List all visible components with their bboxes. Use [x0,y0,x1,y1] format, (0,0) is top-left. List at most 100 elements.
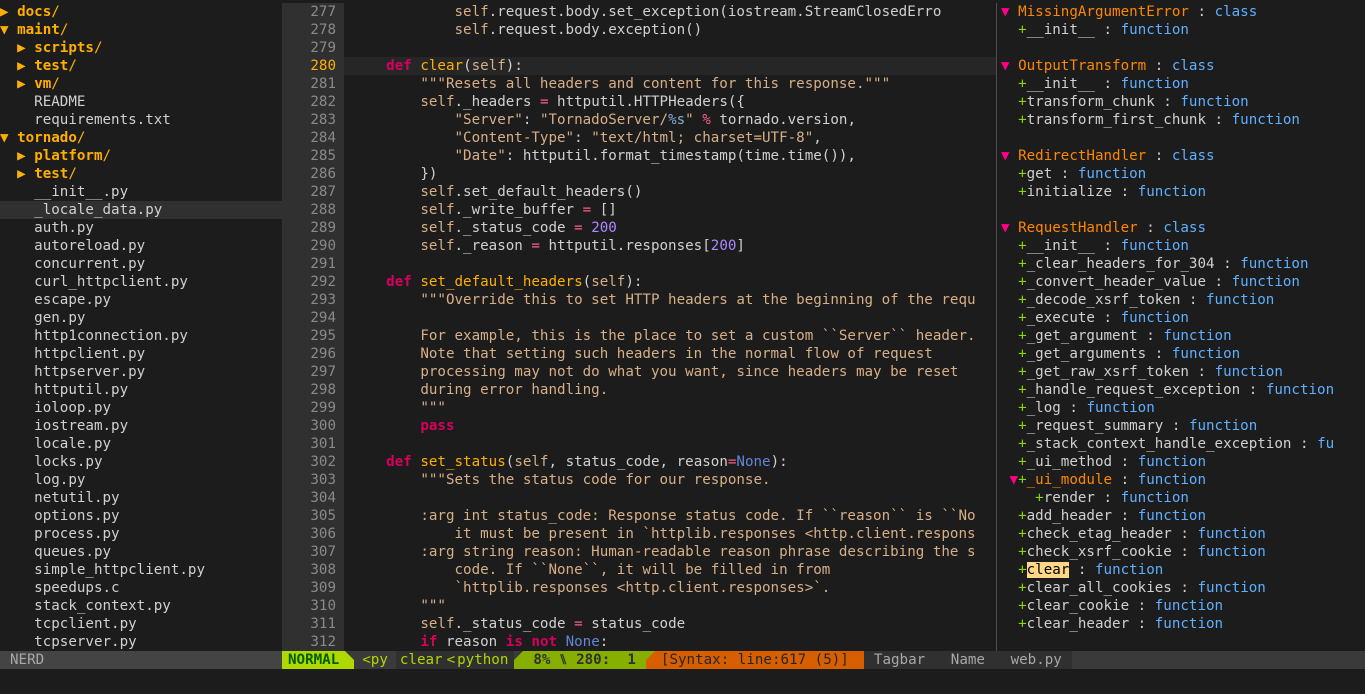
tree-file[interactable]: tcpserver.py [0,633,282,651]
code-line[interactable]: 278 self.request.body.exception() [282,21,996,39]
fold-arrow-icon[interactable]: ▼ [1001,58,1018,74]
code-line[interactable]: 310 """ [282,597,996,615]
tree-dir[interactable]: ▶ docs/ [0,3,282,21]
code-line[interactable]: 307 :arg string reason: Human-readable r… [282,543,996,561]
tagbar-member[interactable]: +check_etag_header : function [997,525,1365,543]
tree-file[interactable]: queues.py [0,543,282,561]
tagbar-member[interactable]: +__init__ : function [997,75,1365,93]
tree-file[interactable]: __init__.py [0,183,282,201]
tree-file[interactable]: gen.py [0,309,282,327]
code-line[interactable]: 293 """Override this to set HTTP headers… [282,291,996,309]
tagbar-member[interactable]: +initialize : function [997,183,1365,201]
tagbar-member[interactable]: +_clear_headers_for_304 : function [997,255,1365,273]
tagbar-member[interactable]: +transform_chunk : function [997,93,1365,111]
fold-arrow-icon[interactable]: ▼ [1001,148,1018,164]
current-code-line[interactable]: 280 def clear(self): [282,57,996,75]
tree-dir[interactable]: ▶ scripts/ [0,39,282,57]
tagbar-member[interactable]: +render : function [997,489,1365,507]
code-line[interactable]: 295 For example, this is the place to se… [282,327,996,345]
tree-file[interactable]: simple_httpclient.py [0,561,282,579]
code-line[interactable]: 284 "Content-Type": "text/html; charset=… [282,129,996,147]
fold-arrow-icon[interactable]: ▼ [1001,220,1018,236]
tagbar-member[interactable]: +_get_argument : function [997,327,1365,345]
code-line[interactable]: 306 it must be present in `httplib.respo… [282,525,996,543]
tagbar-member[interactable]: +_request_summary : function [997,417,1365,435]
tree-file[interactable]: httpclient.py [0,345,282,363]
code-line[interactable]: 309 `httplib.responses <http.client.resp… [282,579,996,597]
tree-file[interactable]: http1connection.py [0,327,282,345]
tagbar-member[interactable]: +clear_cookie : function [997,597,1365,615]
code-line[interactable]: 277 self.request.body.set_exception(iost… [282,3,996,21]
tagbar-member[interactable]: +_stack_context_handle_exception : fu [997,435,1365,453]
tree-file[interactable]: locks.py [0,453,282,471]
code-line[interactable]: 290 self._reason = httputil.responses[20… [282,237,996,255]
tree-dir[interactable]: ▶ test/ [0,165,282,183]
tree-dir[interactable]: ▶ platform/ [0,147,282,165]
tagbar-member[interactable]: +add_header : function [997,507,1365,525]
tree-file[interactable]: log.py [0,471,282,489]
code-line[interactable]: 304 [282,489,996,507]
code-line[interactable]: 289 self._status_code = 200 [282,219,996,237]
tree-file[interactable]: tcpclient.py [0,615,282,633]
tree-file[interactable]: curl_httpclient.py [0,273,282,291]
code-line[interactable]: 301 [282,435,996,453]
tree-file[interactable]: locale.py [0,435,282,453]
tagbar-member[interactable]: +_ui_method : function [997,453,1365,471]
collapsed-arrow-icon[interactable]: ▶ [17,58,34,74]
tagbar-member[interactable]: ▼+_ui_module : function [997,471,1365,489]
fold-arrow-icon[interactable]: ▼ [1001,4,1018,20]
code-line[interactable]: 291 [282,255,996,273]
tree-file[interactable]: iostream.py [0,417,282,435]
tagbar-member[interactable]: +__init__ : function [997,237,1365,255]
nerdtree-panel[interactable]: ▶ docs/▼ maint/ ▶ scripts/ ▶ test/ ▶ vm/… [0,3,282,651]
tagbar-panel[interactable]: ▼ MissingArgumentError : class +__init__… [996,3,1365,651]
tree-dir[interactable]: ▼ tornado/ [0,129,282,147]
tagbar-member[interactable]: +_convert_header_value : function [997,273,1365,291]
tagbar-member[interactable]: +clear : function [997,561,1365,579]
tree-file[interactable]: httpserver.py [0,363,282,381]
tree-file[interactable]: _locale_data.py [0,201,282,219]
expanded-arrow-icon[interactable]: ▼ [0,130,17,146]
tagbar-member[interactable]: +transform_first_chunk : function [997,111,1365,129]
tagbar-member[interactable]: +_get_arguments : function [997,345,1365,363]
code-line[interactable]: 305 :arg int status_code: Response statu… [282,507,996,525]
editor-pane[interactable]: 277 self.request.body.set_exception(iost… [282,3,996,651]
tree-file[interactable]: stack_context.py [0,597,282,615]
collapsed-arrow-icon[interactable]: ▶ [0,4,17,20]
tree-file[interactable]: options.py [0,507,282,525]
tree-file[interactable]: concurrent.py [0,255,282,273]
code-line[interactable]: 292 def set_default_headers(self): [282,273,996,291]
code-line[interactable]: 303 """Sets the status code for our resp… [282,471,996,489]
collapsed-arrow-icon[interactable]: ▶ [17,40,34,56]
tagbar-member[interactable]: +_get_raw_xsrf_token : function [997,363,1365,381]
tree-file[interactable]: process.py [0,525,282,543]
tree-file[interactable]: auth.py [0,219,282,237]
tree-dir[interactable]: ▶ test/ [0,57,282,75]
code-line[interactable]: 311 self._status_code = status_code [282,615,996,633]
tagbar-member[interactable]: +_execute : function [997,309,1365,327]
tagbar-member[interactable]: +get : function [997,165,1365,183]
code-line[interactable]: 286 }) [282,165,996,183]
tagbar-member[interactable]: +clear_header : function [997,615,1365,633]
tree-file[interactable]: requirements.txt [0,111,282,129]
code-line[interactable]: 297 processing may not do what you want,… [282,363,996,381]
tagbar-class[interactable]: ▼ MissingArgumentError : class [997,3,1365,21]
code-line[interactable]: 279 [282,39,996,57]
fold-arrow-icon[interactable]: ▼ [1010,472,1019,488]
code-line[interactable]: 283 "Server": "TornadoServer/%s" % torna… [282,111,996,129]
tree-dir[interactable]: ▶ vm/ [0,75,282,93]
code-line[interactable]: 281 """Resets all headers and content fo… [282,75,996,93]
tagbar-member[interactable]: +_handle_request_exception : function [997,381,1365,399]
code-line[interactable]: 282 self._headers = httputil.HTTPHeaders… [282,93,996,111]
tree-file[interactable]: escape.py [0,291,282,309]
tagbar-member[interactable]: +_decode_xsrf_token : function [997,291,1365,309]
tagbar-class[interactable]: ▼ OutputTransform : class [997,57,1365,75]
tree-file[interactable]: netutil.py [0,489,282,507]
tagbar-member[interactable]: +__init__ : function [997,21,1365,39]
tree-file[interactable]: autoreload.py [0,237,282,255]
code-line[interactable]: 294 [282,309,996,327]
tagbar-member[interactable]: +check_xsrf_cookie : function [997,543,1365,561]
collapsed-arrow-icon[interactable]: ▶ [17,166,34,182]
code-line[interactable]: 300 pass [282,417,996,435]
code-line[interactable]: 285 "Date": httputil.format_timestamp(ti… [282,147,996,165]
